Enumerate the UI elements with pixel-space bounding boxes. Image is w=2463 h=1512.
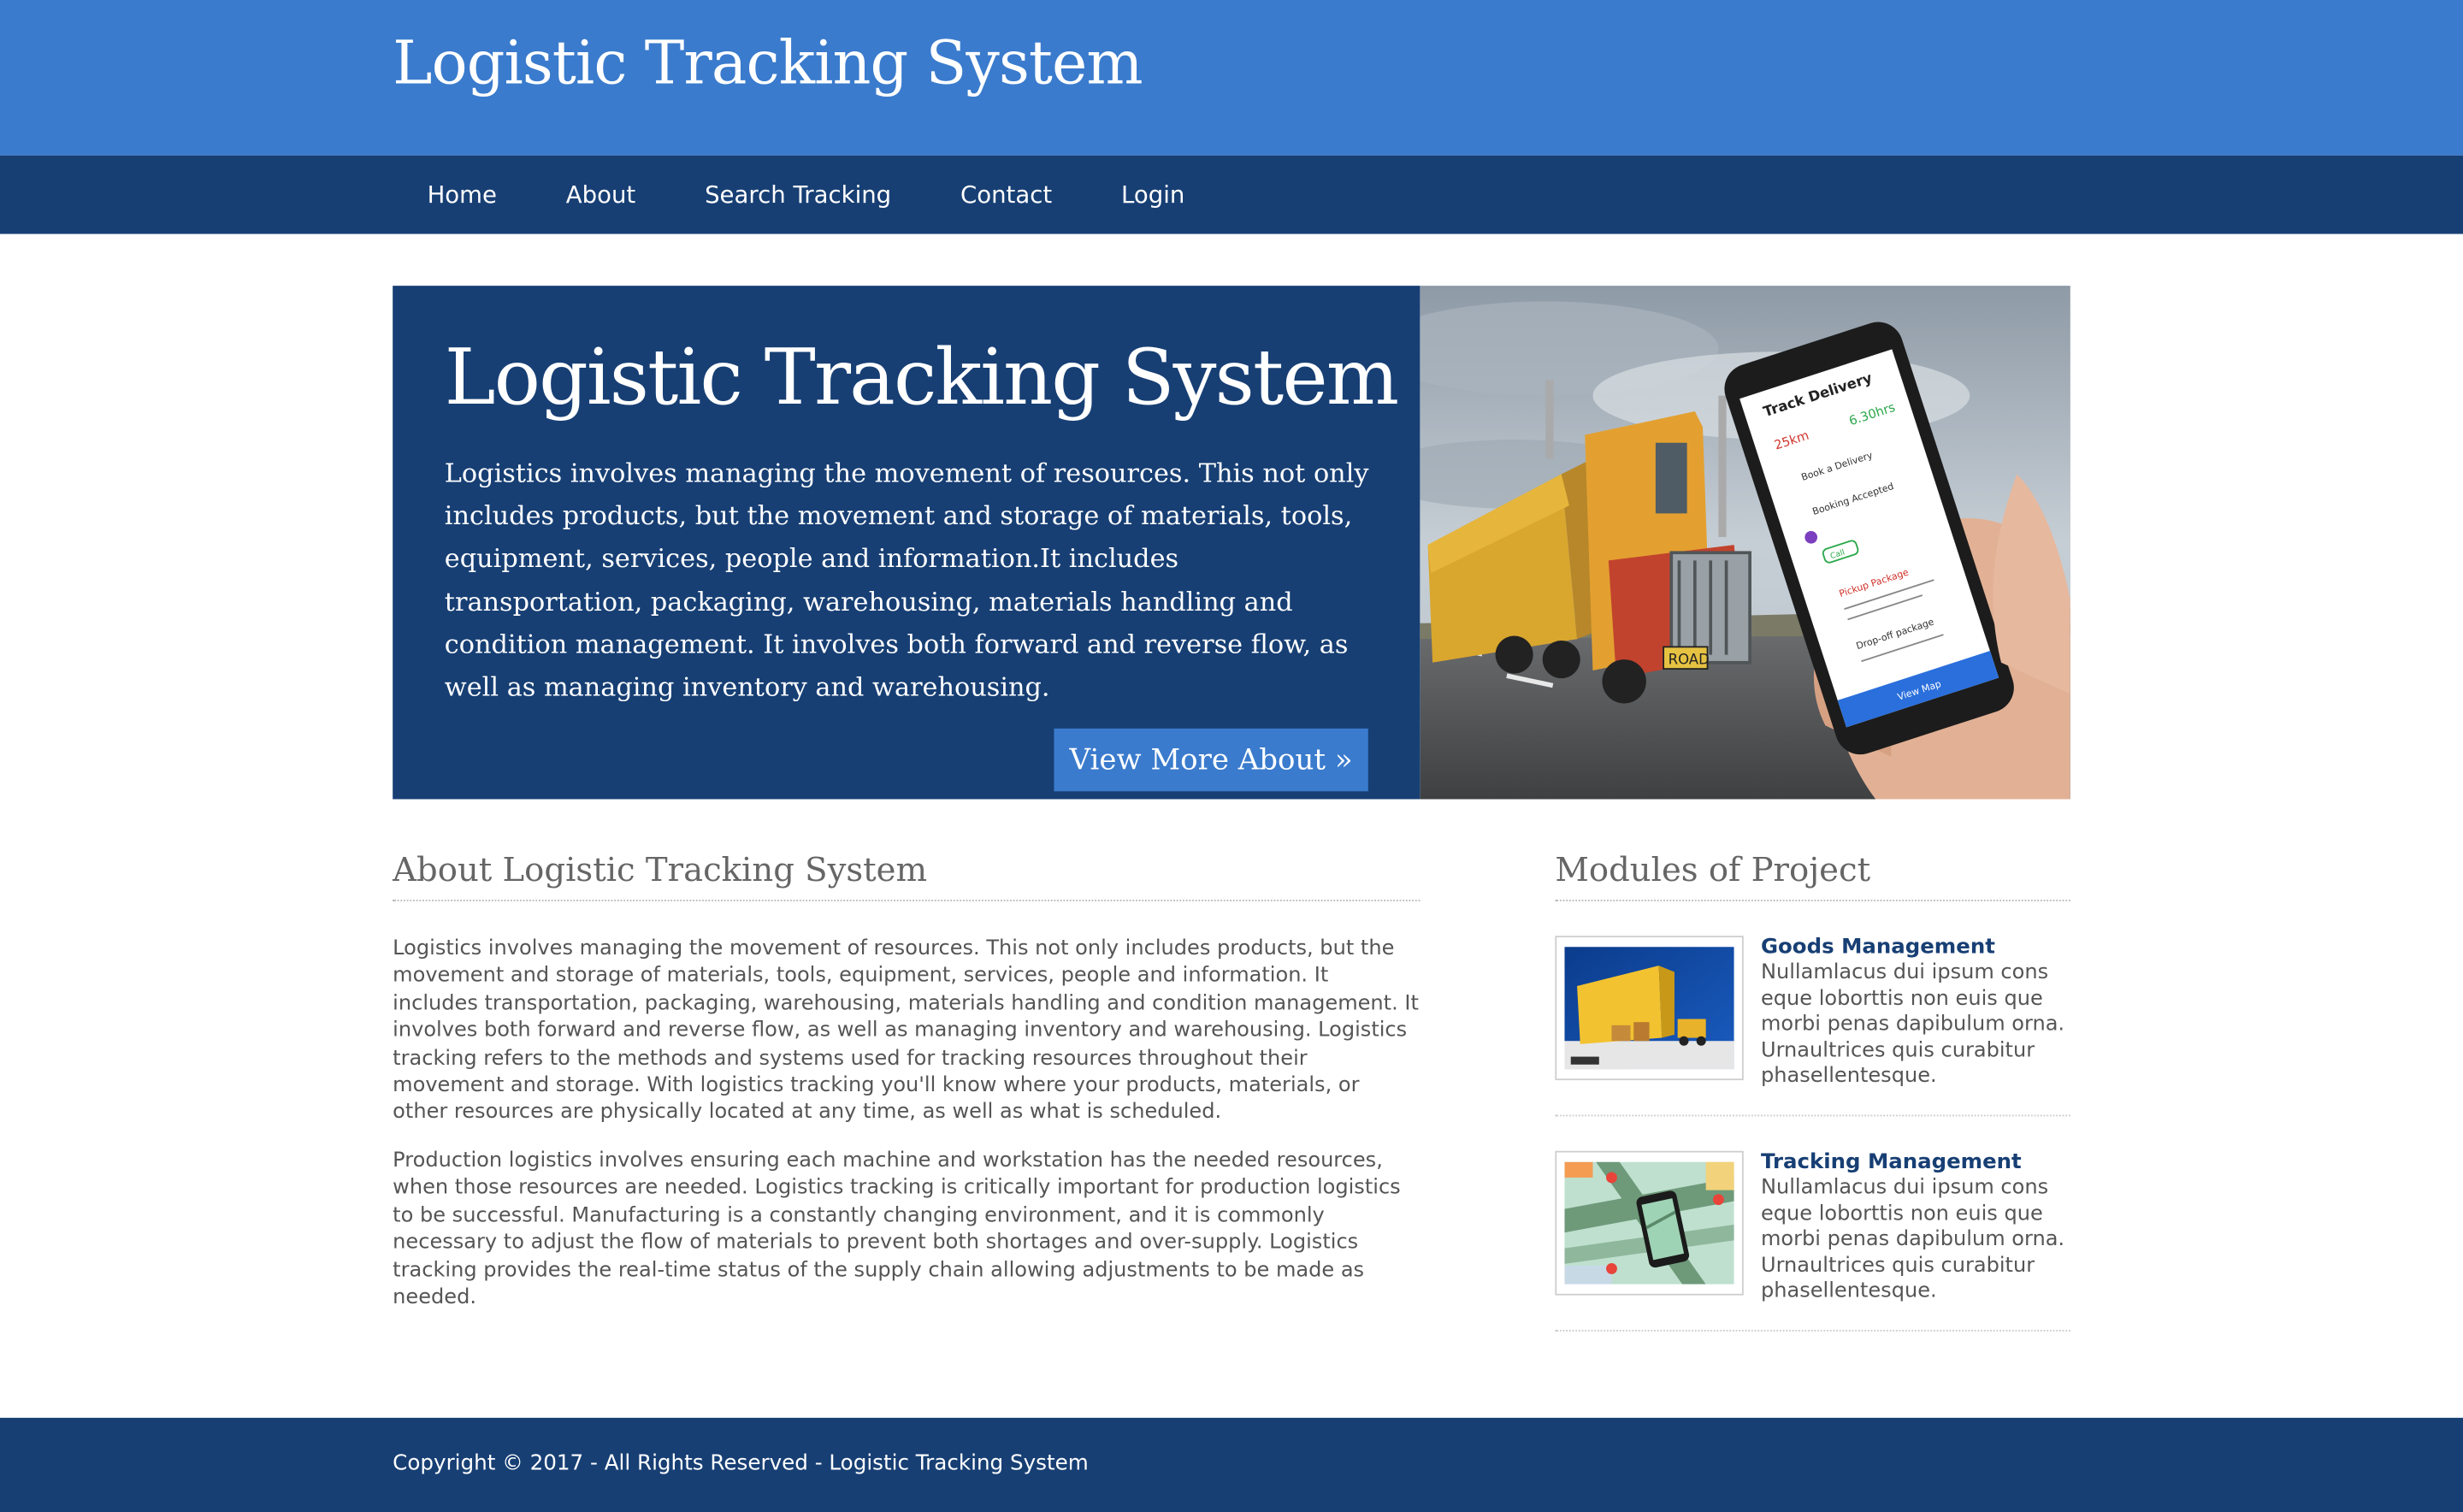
hero-title: Logistic Tracking System	[444, 333, 1399, 422]
warehouse-truck-icon	[1564, 947, 1734, 1070]
about-paragraph-1: Logistics involves managing the movement…	[393, 937, 1419, 1125]
main-nav: Home About Search Tracking Contact Login	[0, 155, 2463, 234]
site-header: Logistic Tracking System	[0, 0, 2463, 156]
hero-description: Logistics involves managing the movement…	[444, 458, 1369, 702]
site-footer: Copyright © 2017 - All Rights Reserved -…	[0, 1417, 2463, 1512]
nav-item-home[interactable]: Home	[393, 156, 531, 234]
hero-banner: Logistic Tracking System Logistics invol…	[393, 286, 2070, 800]
truck-phone-image: ROAD Track Delivery 25km 6.30hrs Book a …	[1420, 286, 2070, 800]
truck-plate-text: ROAD	[1669, 652, 1710, 668]
module-goods-management: Goods Management Nullamlacus dui ipsum c…	[1555, 936, 2070, 1117]
footer-copyright: Copyright © 2017 - All Rights Reserved -…	[393, 1452, 1089, 1476]
nav-item-login[interactable]: Login	[1087, 156, 1220, 234]
about-heading: About Logistic Tracking System	[393, 851, 928, 889]
site-title[interactable]: Logistic Tracking System	[393, 28, 1143, 97]
module-desc-tracking: Nullamlacus dui ipsum cons eque lobortti…	[1760, 1176, 2065, 1303]
about-paragraph-2: Production logistics involves ensuring e…	[393, 1149, 1401, 1310]
nav-list: Home About Search Tracking Contact Login	[393, 156, 1220, 234]
modules-divider	[1555, 899, 2070, 901]
truck-phone-illustration: ROAD Track Delivery 25km 6.30hrs Book a …	[1420, 286, 2070, 800]
tracking-image	[1564, 1161, 1734, 1285]
modules-heading: Modules of Project	[1555, 851, 1871, 889]
about-divider	[393, 899, 1421, 901]
nav-item-search-tracking[interactable]: Search Tracking	[670, 156, 926, 234]
map-phone-icon	[1564, 1161, 1734, 1285]
tracking-thumbnail[interactable]	[1555, 1150, 1744, 1296]
page-root: Logistic Tracking System Home About Sear…	[0, 0, 2463, 1512]
module-desc-goods: Nullamlacus dui ipsum cons eque lobortti…	[1760, 960, 2065, 1089]
module-tracking-management: Tracking Management Nullamlacus dui ipsu…	[1555, 1150, 2070, 1332]
goods-thumbnail[interactable]	[1555, 936, 1744, 1081]
nav-item-contact[interactable]: Contact	[926, 156, 1087, 234]
module-divider	[1555, 1114, 2070, 1117]
module-title-goods[interactable]: Goods Management	[1761, 936, 1995, 960]
module-title-tracking[interactable]: Tracking Management	[1761, 1151, 2022, 1175]
module-divider	[1555, 1330, 2070, 1332]
view-more-about-button[interactable]: View More About »	[1054, 728, 1368, 792]
nav-item-about[interactable]: About	[531, 156, 670, 234]
hero-text-panel: Logistic Tracking System Logistics invol…	[393, 286, 1421, 800]
goods-image	[1564, 947, 1734, 1070]
